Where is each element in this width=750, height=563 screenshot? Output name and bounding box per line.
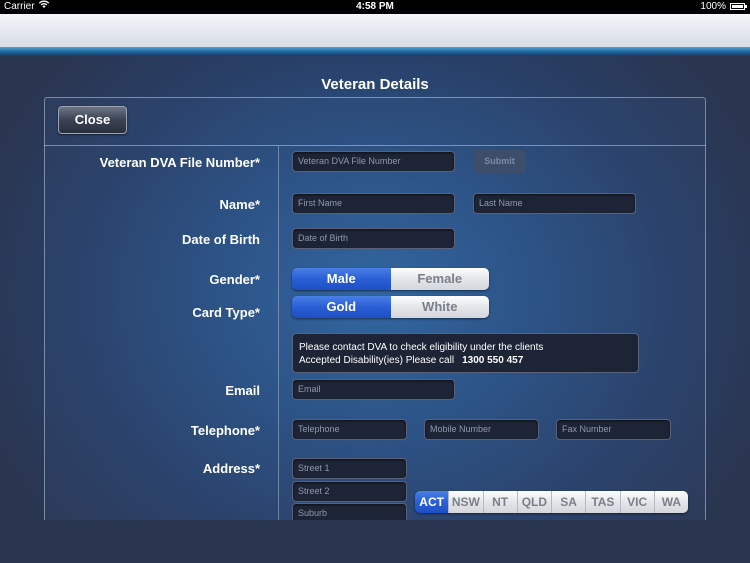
- telephone-label: Telephone*: [190, 423, 260, 438]
- fax-number-field[interactable]: Fax Number: [556, 419, 671, 440]
- card-type-label: Card Type*: [192, 305, 260, 320]
- gender-label: Gender*: [209, 272, 260, 287]
- email-label: Email: [225, 383, 260, 398]
- state-option-nsw[interactable]: NSW: [449, 491, 484, 513]
- eligibility-notice-text: Accepted Disability(ies) Please call: [299, 355, 455, 366]
- gender-option-male[interactable]: Male: [292, 268, 391, 290]
- gender-option-female[interactable]: Female: [390, 268, 489, 290]
- eligibility-notice-line2: Accepted Disability(ies) Please call 1300…: [299, 354, 632, 367]
- street-1-field[interactable]: Street 1: [292, 458, 407, 479]
- telephone-field[interactable]: Telephone: [292, 419, 407, 440]
- state-option-act[interactable]: ACT: [415, 491, 450, 513]
- close-button[interactable]: Close: [58, 106, 127, 134]
- dva-phone-number: 1300 550 457: [462, 355, 524, 366]
- state-option-wa[interactable]: WA: [654, 491, 688, 513]
- status-time: 4:58 PM: [356, 1, 394, 12]
- state-segmented-control: ACT NSW NT QLD SA TAS VIC WA: [415, 491, 688, 513]
- dva-file-number-field[interactable]: Veteran DVA File Number: [292, 151, 455, 172]
- eligibility-notice-line1: Please contact DVA to check eligibility …: [299, 342, 544, 353]
- battery-percent: 100%: [700, 1, 726, 12]
- date-of-birth-field[interactable]: Date of Birth: [292, 228, 455, 249]
- name-label: Name*: [219, 197, 260, 212]
- dva-file-number-label: Veteran DVA File Number*: [99, 155, 260, 170]
- state-option-tas[interactable]: TAS: [586, 491, 621, 513]
- state-option-sa[interactable]: SA: [552, 491, 587, 513]
- street-2-field[interactable]: Street 2: [292, 481, 407, 502]
- address-label: Address*: [202, 461, 260, 476]
- last-name-field[interactable]: Last Name: [473, 193, 636, 214]
- page-title: Veteran Details: [321, 76, 429, 93]
- submit-button[interactable]: Submit: [473, 150, 526, 173]
- status-bar: Carrier 4:58 PM 100%: [0, 0, 750, 14]
- navigation-bar: [0, 14, 750, 47]
- date-of-birth-label: Date of Birth: [182, 232, 260, 247]
- email-field[interactable]: Email: [292, 379, 455, 400]
- bottom-area: [0, 520, 750, 563]
- eligibility-notice: Please contact DVA to check eligibility …: [292, 333, 639, 373]
- column-divider: [278, 146, 279, 520]
- first-name-field[interactable]: First Name: [292, 193, 455, 214]
- battery-icon: [730, 3, 747, 10]
- navigation-bar-stripe: [0, 47, 750, 56]
- panel-header-divider: [44, 145, 706, 146]
- state-option-nt[interactable]: NT: [483, 491, 518, 513]
- card-type-option-white[interactable]: White: [390, 296, 489, 318]
- card-type-segmented-control: Gold White: [292, 296, 489, 318]
- state-option-vic[interactable]: VIC: [620, 491, 655, 513]
- mobile-number-field[interactable]: Mobile Number: [424, 419, 539, 440]
- state-option-qld[interactable]: QLD: [517, 491, 552, 513]
- gender-segmented-control: Male Female: [292, 268, 489, 290]
- card-type-option-gold[interactable]: Gold: [292, 296, 391, 318]
